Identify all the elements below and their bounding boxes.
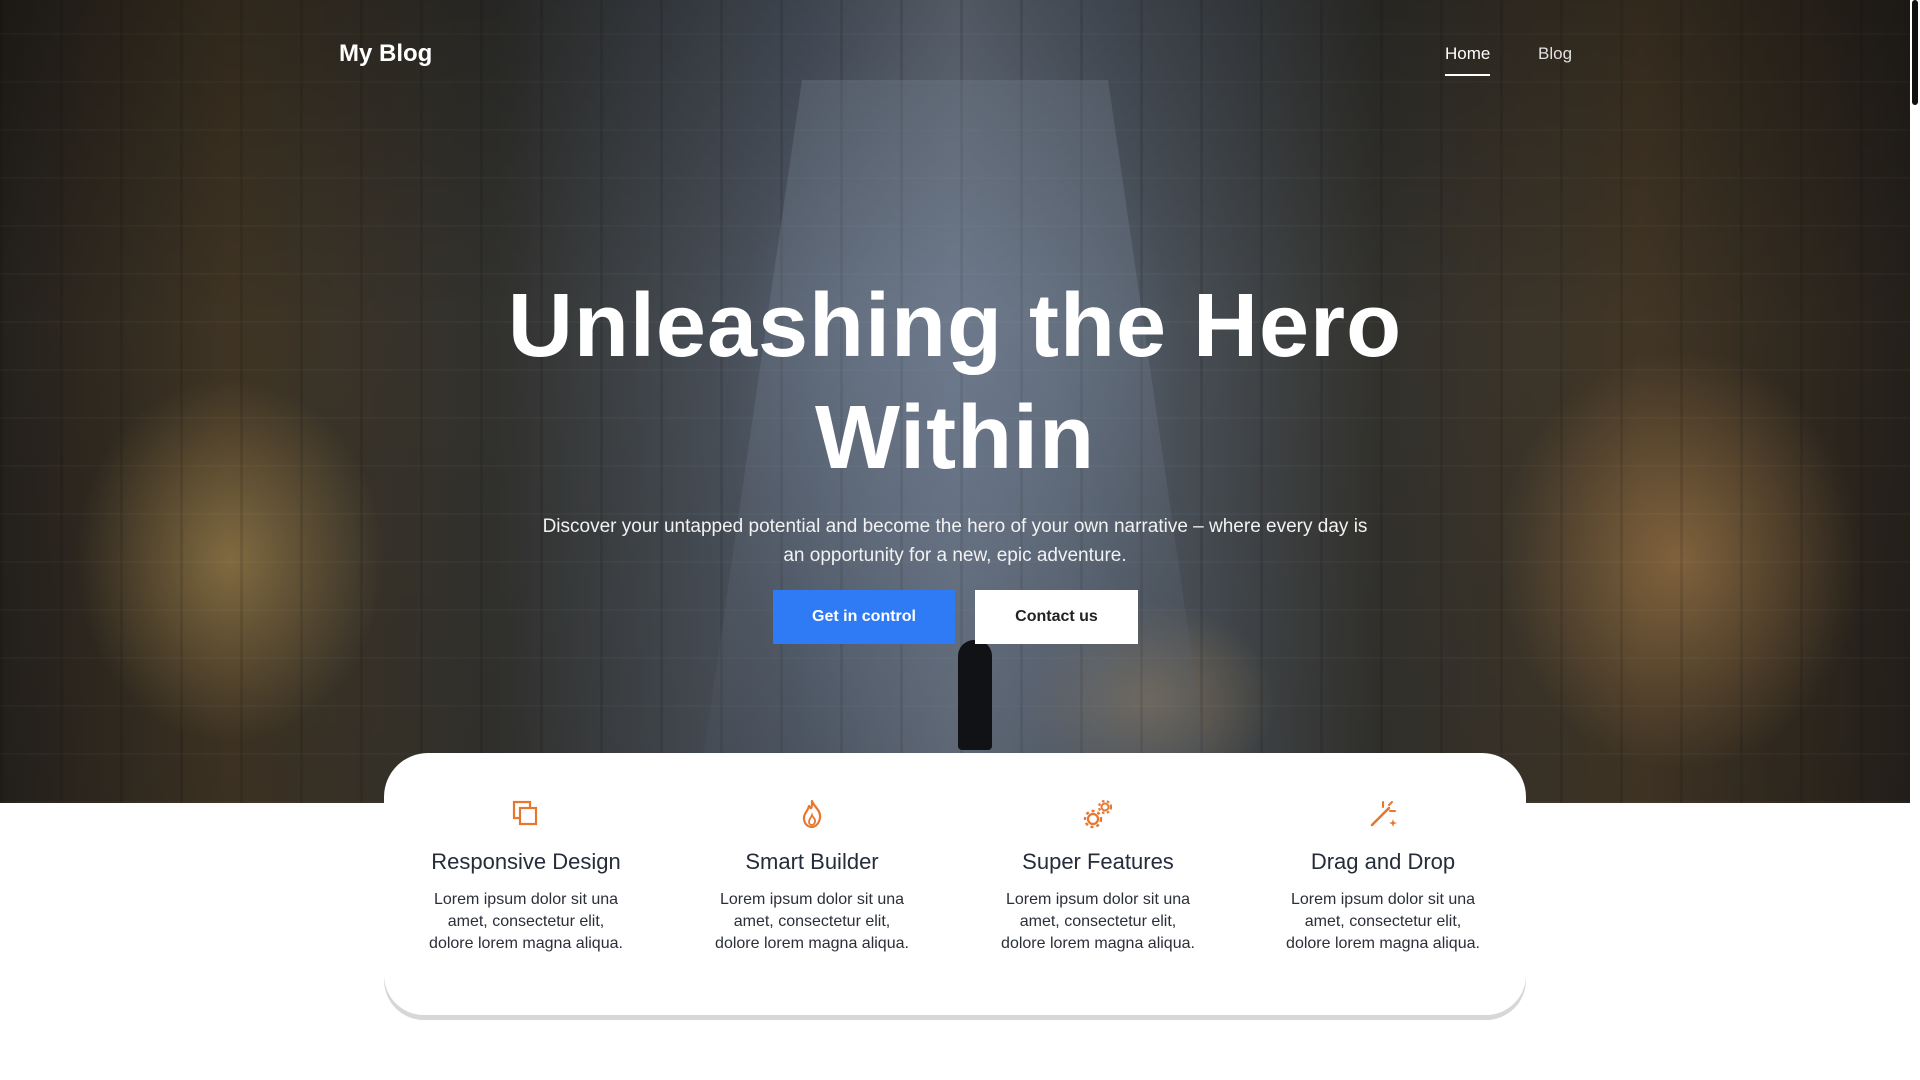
feature-text: Lorem ipsum dolor sit una amet, consecte…	[1286, 891, 1480, 952]
magic-wand-icon	[1370, 801, 1397, 827]
feature-drag-and-drop: Drag and Drop Lorem ipsum dolor sit una …	[1268, 798, 1498, 955]
feature-text: Lorem ipsum dolor sit una amet, consecte…	[429, 891, 623, 952]
hero-title-line-2: Within	[814, 388, 1096, 488]
feature-text: Lorem ipsum dolor sit una amet, consecte…	[715, 891, 909, 952]
feature-super-features: Super Features Lorem ipsum dolor sit una…	[983, 798, 1213, 955]
copy-icon	[512, 800, 538, 826]
feature-title: Super Features	[1022, 849, 1174, 874]
features-card: Responsive Design Lorem ipsum dolor sit …	[384, 753, 1526, 1015]
nav-home-link[interactable]: Home	[1445, 44, 1491, 76]
scrollbar-thumb[interactable]	[1912, 0, 1918, 105]
feature-responsive-design: Responsive Design Lorem ipsum dolor sit …	[411, 798, 641, 955]
nav-blog-link[interactable]: Blog	[1538, 44, 1572, 64]
hero-subtitle: Discover your untapped potential and bec…	[542, 516, 1368, 566]
hero-title: Unleashing the Hero Within	[480, 270, 1430, 494]
contact-us-button[interactable]: Contact us	[975, 590, 1138, 644]
feature-text: Lorem ipsum dolor sit una amet, consecte…	[1001, 891, 1195, 952]
hero-title-line-1: Unleashing the Hero	[507, 276, 1403, 376]
page-scrollbar[interactable]	[1910, 0, 1920, 1080]
site-logo[interactable]: My Blog	[339, 40, 432, 68]
site-header: My Blog Home Blog	[0, 0, 1910, 110]
gears-icon	[1083, 799, 1113, 829]
hero-content: Unleashing the Hero Within Discover your…	[480, 270, 1430, 570]
feature-title: Drag and Drop	[1310, 849, 1456, 874]
person-silhouette	[958, 640, 992, 750]
get-in-control-button[interactable]: Get in control	[773, 590, 955, 644]
fire-icon	[802, 799, 822, 829]
feature-title: Smart Builder	[745, 849, 879, 874]
feature-title: Responsive Design	[431, 849, 621, 874]
feature-smart-builder: Smart Builder Lorem ipsum dolor sit una …	[697, 798, 927, 955]
